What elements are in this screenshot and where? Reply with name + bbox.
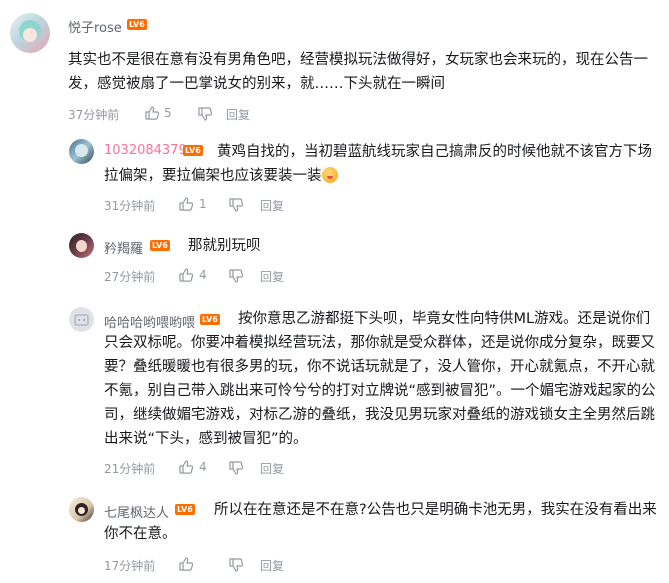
like-count: 1 xyxy=(199,197,207,211)
comment-text: 其实也不是很在意有没有男角色吧，经营模拟玩法做得好，女玩家也会来玩的，现在公告一… xyxy=(68,52,648,92)
thumbs-down-icon[interactable] xyxy=(197,106,213,122)
reply-button[interactable]: 回复 xyxy=(226,106,250,123)
comment-text: 所以在在意还是不在意?公告也只是明确卡池无男，我实在没有看出来你不在意。 xyxy=(104,502,657,542)
default-avatar-icon xyxy=(74,314,89,326)
avatar[interactable] xyxy=(69,497,94,522)
reply-button[interactable]: 回复 xyxy=(260,460,284,477)
level-badge: LV6 xyxy=(127,19,147,30)
timestamp: 37分钟前 xyxy=(68,108,120,122)
username[interactable]: 矜羯羅 xyxy=(104,238,143,257)
username[interactable]: 悦子rose xyxy=(68,17,122,36)
comment-text: 按你意思乙游都挺下头呗，毕竟女性向特供ML游戏。还是说你们只会双标呢。你要冲着模… xyxy=(104,311,656,447)
comment-text-body: 黄鸡自找的，当初碧蓝航线玩家自己搞肃反的时候他就不该官方下场拉偏架，要拉偏架也应… xyxy=(104,144,652,184)
thumbs-up-icon[interactable] xyxy=(144,105,160,121)
timestamp: 17分钟前 xyxy=(104,559,156,573)
avatar[interactable] xyxy=(69,307,94,332)
timestamp: 21分钟前 xyxy=(104,462,156,476)
comment-text: 黄鸡自找的，当初碧蓝航线玩家自己搞肃反的时候他就不该官方下场拉偏架，要拉偏架也应… xyxy=(104,140,660,188)
reply-button[interactable]: 回复 xyxy=(260,557,284,574)
like-count: 4 xyxy=(199,460,207,474)
smile-emoji-icon xyxy=(321,167,338,183)
thumbs-down-icon[interactable] xyxy=(228,268,244,284)
thumbs-up-icon[interactable] xyxy=(178,556,194,572)
avatar[interactable] xyxy=(69,233,94,258)
comment-text: 那就别玩呗 xyxy=(188,238,261,254)
thumbs-down-icon[interactable] xyxy=(228,460,244,476)
like-count: 4 xyxy=(199,268,207,282)
reply-button[interactable]: 回复 xyxy=(260,268,284,285)
like-count: 5 xyxy=(164,106,172,120)
thumbs-up-icon[interactable] xyxy=(178,196,194,212)
timestamp: 27分钟前 xyxy=(104,270,156,284)
timestamp: 31分钟前 xyxy=(104,199,156,213)
level-badge: LV6 xyxy=(150,240,170,251)
thumbs-down-icon[interactable] xyxy=(228,557,244,573)
thumbs-up-icon[interactable] xyxy=(178,459,194,475)
thumbs-down-icon[interactable] xyxy=(228,197,244,213)
avatar[interactable] xyxy=(69,139,94,164)
reply-button[interactable]: 回复 xyxy=(260,197,284,214)
thumbs-up-icon[interactable] xyxy=(178,267,194,283)
avatar[interactable] xyxy=(10,13,50,53)
